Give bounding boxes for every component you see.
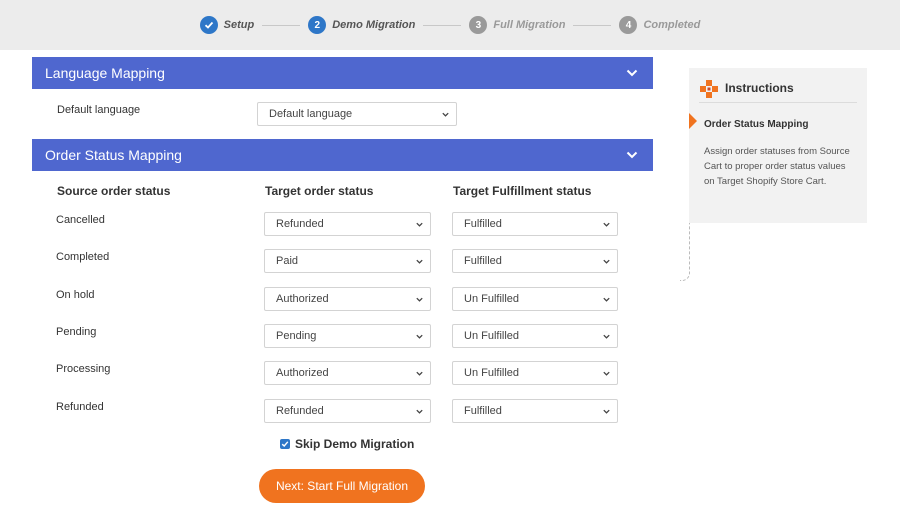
column-header-source: Source order status [57,184,171,198]
column-header-fulfillment: Target Fulfillment status [453,184,592,198]
step-label: Full Migration [493,19,566,31]
instructions-panel: Instructions Order Status Mapping Assign… [689,68,867,223]
select-value: Paid [276,255,299,267]
target-status-select[interactable]: Refunded [264,212,431,236]
order-status-section: Order Status Mapping [32,139,653,171]
fulfillment-status-select[interactable]: Un Fulfilled [452,361,618,385]
step-number: 3 [469,16,488,34]
step-demo-migration: 2 Demo Migration [308,16,415,34]
instructions-body: Assign order statuses from Source Cart t… [704,146,850,187]
instructions-subtitle: Order Status Mapping [704,119,809,130]
chevron-down-icon [603,222,610,227]
next-start-full-migration-button[interactable]: Next: Start Full Migration [259,469,425,503]
chevron-down-icon [416,371,423,376]
step-completed: 4 Completed [619,16,700,34]
default-language-label: Default language [57,104,141,116]
fulfillment-status-select[interactable]: Fulfilled [452,249,618,273]
step-connector [262,24,301,26]
fulfillment-status-select[interactable]: Fulfilled [452,212,618,236]
language-mapping-header[interactable]: Language Mapping [32,57,653,89]
select-value: Fulfilled [464,405,502,417]
select-value: Un Fulfilled [464,293,520,305]
chevron-down-icon [416,409,423,414]
fulfillment-status-select[interactable]: Un Fulfilled [452,324,618,348]
target-status-select[interactable]: Refunded [264,399,431,423]
target-status-select[interactable]: Pending [264,324,431,348]
chevron-down-icon [442,112,449,117]
divider [699,102,857,103]
column-header-target: Target order status [265,184,374,198]
puzzle-logo-icon [700,80,718,98]
chevron-down-icon[interactable] [625,148,639,162]
checkmark-icon [199,16,218,34]
source-status: Pending [56,326,97,338]
step-connector [573,24,612,26]
skip-demo-checkbox[interactable] [280,439,290,449]
instructions-title: Instructions [725,81,794,95]
select-value: Un Fulfilled [464,367,520,379]
source-status: Completed [56,251,110,263]
select-value: Pending [276,330,317,342]
chevron-down-icon[interactable] [625,66,639,80]
step-full-migration: 3 Full Migration [469,16,565,34]
chevron-down-icon [416,259,423,264]
step-connector [423,24,462,26]
source-status: Cancelled [56,214,105,226]
migration-stepper: Setup 2 Demo Migration 3 Full Migration … [0,0,900,50]
skip-demo-label: Skip Demo Migration [295,437,415,451]
order-status-header[interactable]: Order Status Mapping [32,139,653,171]
select-value: Un Fulfilled [464,330,520,342]
select-value: Authorized [276,367,329,379]
source-status: On hold [56,289,95,301]
skip-demo-option[interactable]: Skip Demo Migration [280,437,414,451]
step-label: Demo Migration [332,19,416,31]
section-title: Language Mapping [45,65,165,81]
step-label: Completed [643,19,701,31]
pointer-arrow-icon [689,113,697,129]
chevron-down-icon [416,297,423,302]
step-number: 2 [308,16,327,34]
target-status-select[interactable]: Authorized [264,361,431,385]
default-language-select[interactable]: Default language [257,102,457,126]
select-value: Fulfilled [464,218,502,230]
chevron-down-icon [603,409,610,414]
chevron-down-icon [603,259,610,264]
section-title: Order Status Mapping [45,147,182,163]
select-value: Default language [269,108,353,120]
language-mapping-section: Language Mapping [32,57,653,89]
select-value: Refunded [276,405,324,417]
fulfillment-status-select[interactable]: Un Fulfilled [452,287,618,311]
select-value: Refunded [276,218,324,230]
step-number: 4 [619,16,638,34]
select-value: Fulfilled [464,255,502,267]
chevron-down-icon [603,371,610,376]
select-value: Authorized [276,293,329,305]
chevron-down-icon [416,334,423,339]
target-status-select[interactable]: Paid [264,249,431,273]
chevron-down-icon [603,334,610,339]
step-setup: Setup [199,16,255,34]
fulfillment-status-select[interactable]: Fulfilled [452,399,618,423]
chevron-down-icon [603,297,610,302]
source-status: Refunded [56,401,104,413]
step-label: Setup [223,19,255,31]
chevron-down-icon [416,222,423,227]
target-status-select[interactable]: Authorized [264,287,431,311]
source-status: Processing [56,363,111,375]
